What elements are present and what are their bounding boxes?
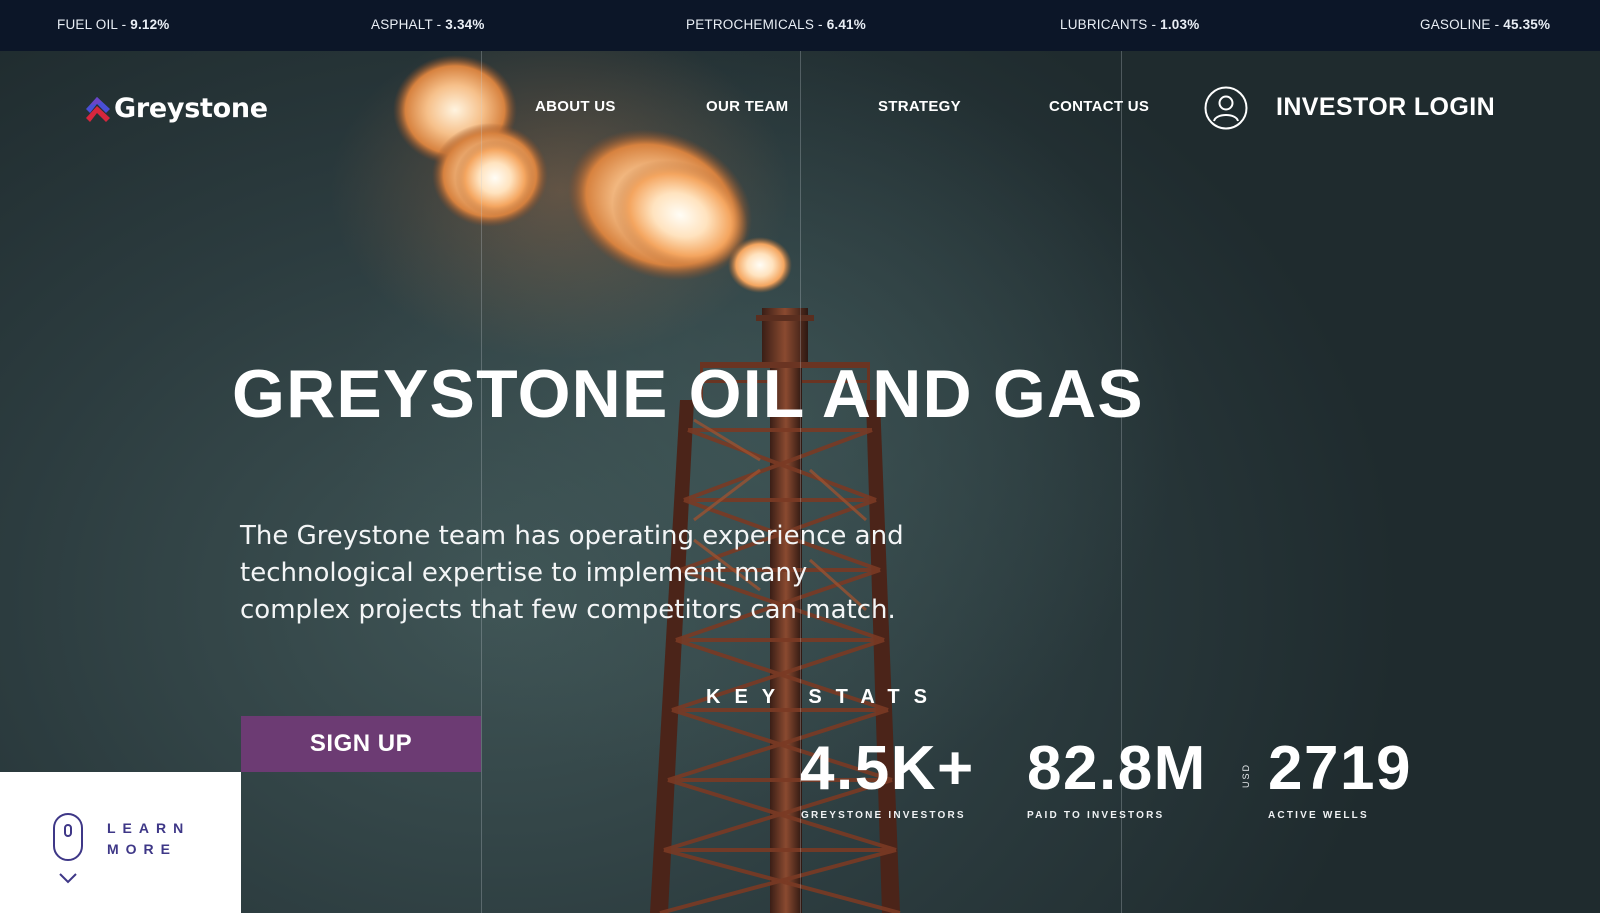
brand-name: Greystone — [114, 92, 268, 124]
ticker-item-gasoline: GASOLINE - 45.35% — [1420, 17, 1551, 32]
market-ticker: FUEL OIL - 9.12% ASPHALT - 3.34% PETROCH… — [0, 0, 1600, 51]
hero-description: The Greystone team has operating experie… — [240, 521, 904, 625]
ticker-item-petrochemicals: PETROCHEMICALS - 6.41% — [686, 17, 866, 32]
grid-line — [481, 51, 482, 913]
nav-strategy[interactable]: STRATEGY — [878, 98, 961, 115]
investor-login-button[interactable]: INVESTOR LOGIN — [1204, 85, 1495, 130]
brand-logo[interactable]: Greystone — [86, 88, 268, 128]
nav-contact-us[interactable]: CONTACT US — [1049, 98, 1149, 115]
nav-about-us[interactable]: ABOUT US — [535, 98, 616, 115]
chevron-down-icon — [59, 873, 77, 884]
learn-more-button[interactable]: LEARN MORE — [0, 772, 241, 913]
ticker-item-lubricants: LUBRICANTS - 1.03% — [1060, 17, 1200, 32]
stat-label-wells: ACTIVE WELLS — [1268, 810, 1369, 821]
ticker-item-asphalt: ASPHALT - 3.34% — [371, 17, 485, 32]
learn-more-label: LEARN MORE — [107, 818, 190, 860]
stat-value-investors: 4.5K+ — [800, 734, 975, 803]
learn-more-line-2: MORE — [107, 841, 177, 857]
stat-label-investors: GREYSTONE INVESTORS — [801, 810, 966, 821]
nav-our-team[interactable]: OUR TEAM — [706, 98, 788, 115]
page-title: GREYSTONE OIL AND GAS — [232, 356, 1144, 432]
mouse-icon — [53, 813, 83, 861]
stat-value-wells: 2719 — [1268, 734, 1412, 803]
stat-label-paid: PAID TO INVESTORS — [1027, 810, 1165, 821]
stat-value-paid: 82.8M — [1027, 734, 1207, 803]
learn-more-line-1: LEARN — [107, 820, 191, 836]
user-icon — [1204, 86, 1248, 129]
sign-up-button[interactable]: SIGN UP — [241, 716, 481, 772]
investor-login-label: INVESTOR LOGIN — [1276, 93, 1496, 121]
ticker-item-fuel-oil: FUEL OIL - 9.12% — [57, 17, 170, 32]
stat-unit-usd: USD — [1241, 762, 1251, 788]
logo-chevron-icon — [86, 97, 110, 122]
key-stats-heading: KEY STATS — [706, 686, 941, 708]
